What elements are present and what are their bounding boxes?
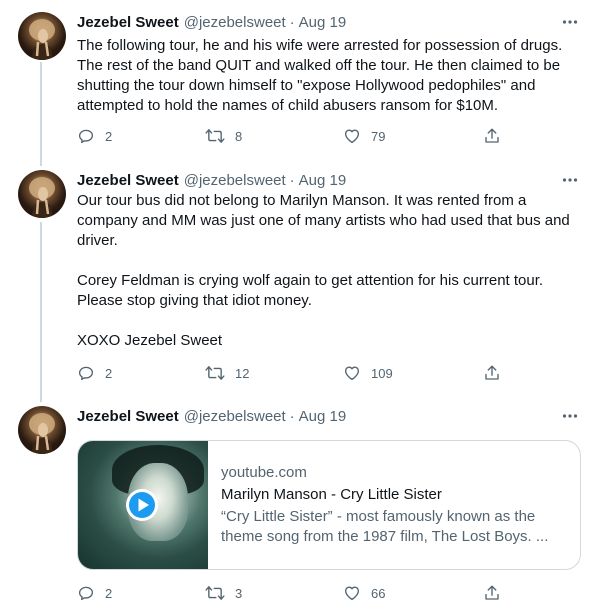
tweet-header: Jezebel Sweet @jezebelsweet · Aug 19	[77, 406, 346, 426]
tweet-actions: 2 8 79	[77, 126, 517, 146]
heart-icon	[343, 584, 361, 602]
retweet-button[interactable]: 12	[205, 363, 249, 383]
display-name[interactable]: Jezebel Sweet	[77, 14, 179, 31]
reply-button[interactable]: 2	[77, 363, 112, 383]
retweet-icon	[205, 364, 225, 382]
more-icon[interactable]	[560, 406, 580, 426]
retweet-count: 12	[235, 365, 250, 381]
like-button[interactable]: 66	[343, 583, 385, 603]
share-icon	[483, 584, 501, 602]
tweet-header: Jezebel Sweet @jezebelsweet · Aug 19	[77, 170, 346, 190]
heart-icon	[343, 364, 361, 382]
retweet-icon	[205, 584, 225, 602]
share-button[interactable]	[483, 583, 501, 603]
separator-dot: ·	[289, 171, 295, 189]
retweet-button[interactable]: 8	[205, 126, 242, 146]
reply-icon	[77, 584, 95, 602]
share-icon	[483, 364, 501, 382]
heart-icon	[343, 127, 361, 145]
tweet-header: Jezebel Sweet @jezebelsweet · Aug 19	[77, 12, 346, 32]
display-name[interactable]: Jezebel Sweet	[77, 172, 179, 189]
separator-dot: ·	[289, 407, 295, 425]
like-count: 79	[371, 128, 386, 144]
display-name[interactable]: Jezebel Sweet	[77, 408, 179, 425]
play-icon[interactable]	[125, 488, 159, 522]
card-domain: youtube.com	[221, 464, 307, 481]
like-count: 66	[371, 585, 386, 601]
user-handle[interactable]: @jezebelsweet	[184, 14, 286, 31]
reply-icon	[77, 127, 95, 145]
share-button[interactable]	[483, 363, 501, 383]
retweet-icon	[205, 127, 225, 145]
user-handle[interactable]: @jezebelsweet	[184, 408, 286, 425]
separator-dot: ·	[289, 13, 295, 31]
tweet-date[interactable]: Aug 19	[299, 172, 347, 189]
share-button[interactable]	[483, 126, 501, 146]
card-body: youtube.com Marilyn Manson - Cry Little …	[221, 463, 566, 547]
more-icon[interactable]	[560, 12, 580, 32]
tweet[interactable]: Jezebel Sweet @jezebelsweet · Aug 19 Our…	[0, 170, 598, 390]
link-preview-card[interactable]: youtube.com Marilyn Manson - Cry Little …	[77, 440, 581, 570]
avatar[interactable]	[18, 12, 66, 60]
retweet-count: 3	[235, 585, 243, 601]
user-handle[interactable]: @jezebelsweet	[184, 172, 286, 189]
tweet[interactable]: Jezebel Sweet @jezebelsweet · Aug 19 The…	[0, 12, 598, 152]
tweet-text: Our tour bus did not belong to Marilyn M…	[77, 192, 570, 349]
reply-button[interactable]: 2	[77, 126, 112, 146]
tweet-date[interactable]: Aug 19	[299, 14, 347, 31]
video-thumbnail[interactable]	[78, 441, 208, 569]
avatar[interactable]	[18, 406, 66, 454]
card-title[interactable]: Marilyn Manson - Cry Little Sister	[221, 485, 566, 505]
reply-icon	[77, 364, 95, 382]
reply-count: 2	[105, 365, 113, 381]
avatar[interactable]	[18, 170, 66, 218]
like-button[interactable]: 109	[343, 363, 393, 383]
tweet-actions: 2 3 66	[77, 583, 517, 603]
card-description: “Cry Little Sister” - most famously know…	[221, 508, 549, 545]
reply-button[interactable]: 2	[77, 583, 112, 603]
share-icon	[483, 127, 501, 145]
like-count: 109	[371, 365, 393, 381]
tweet[interactable]: Jezebel Sweet @jezebelsweet · Aug 19 you…	[0, 406, 598, 612]
reply-count: 2	[105, 128, 113, 144]
like-button[interactable]: 79	[343, 126, 385, 146]
retweet-button[interactable]: 3	[205, 583, 242, 603]
retweet-count: 8	[235, 128, 243, 144]
tweet-actions: 2 12 109	[77, 363, 517, 383]
reply-count: 2	[105, 585, 113, 601]
tweet-date[interactable]: Aug 19	[299, 408, 347, 425]
more-icon[interactable]	[560, 170, 580, 190]
tweet-text: The following tour, he and his wife were…	[77, 37, 567, 114]
